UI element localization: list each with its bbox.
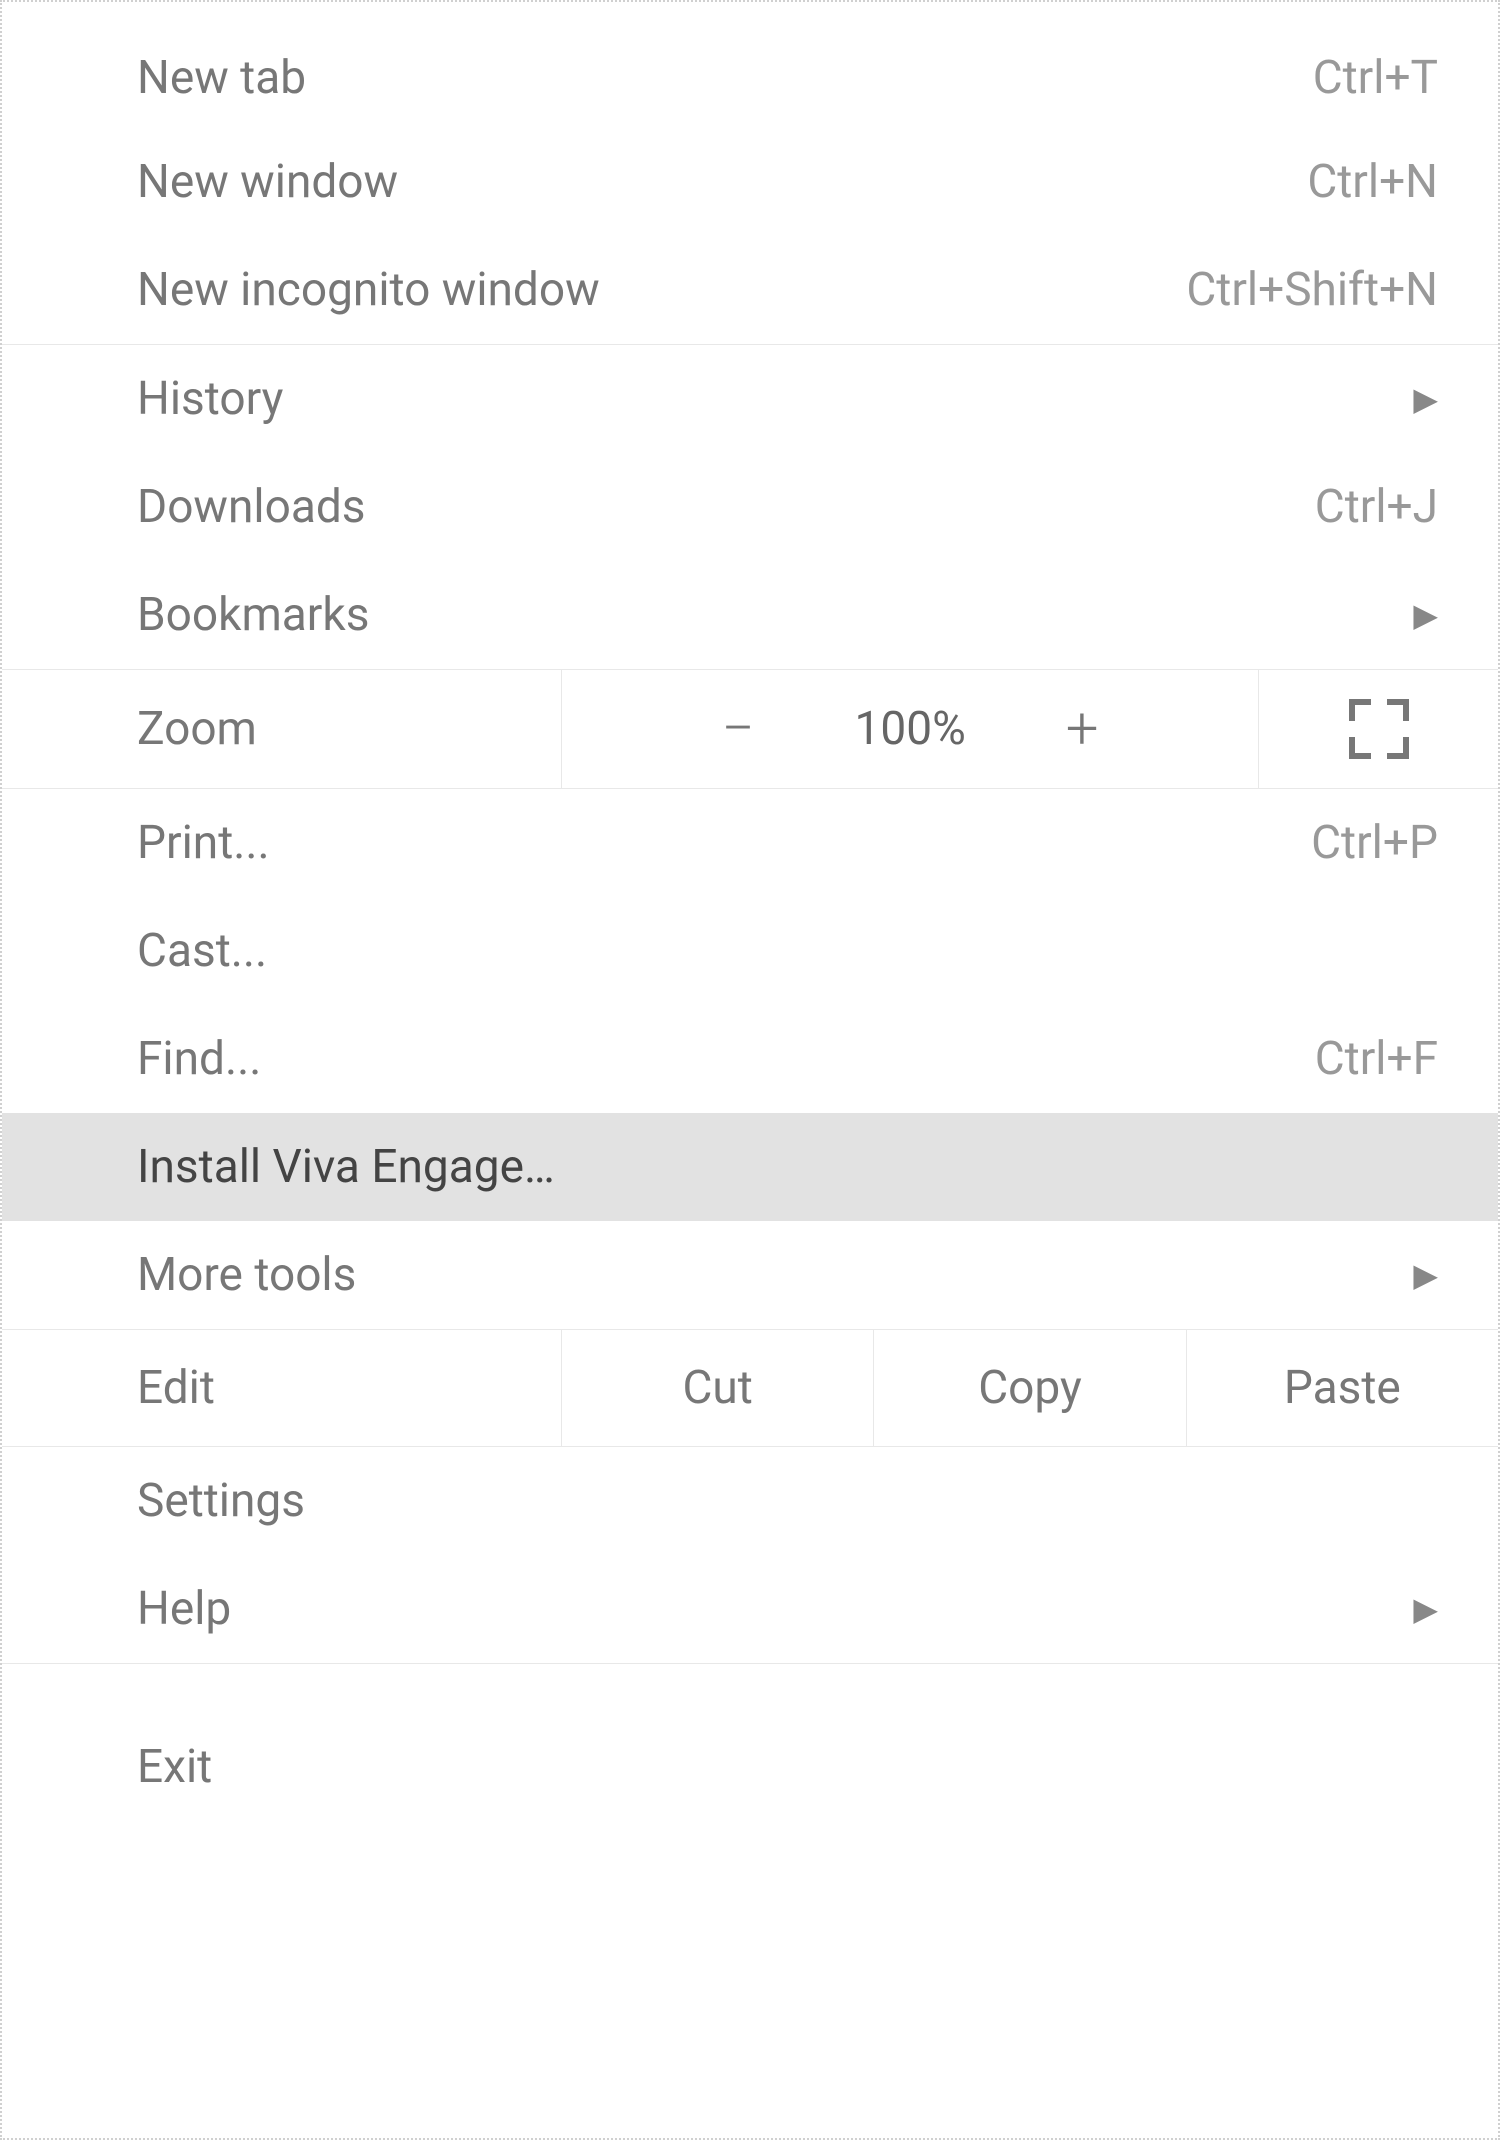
menu-section-7: Exit — [2, 1664, 1498, 1834]
menu-item-help[interactable]: Help ▶ — [2, 1555, 1498, 1663]
menu-item-bookmarks[interactable]: Bookmarks ▶ — [2, 561, 1498, 669]
menu-item-cast[interactable]: Cast... — [2, 897, 1498, 1005]
menu-section-1: New tab Ctrl+T New window Ctrl+N New inc… — [2, 2, 1498, 345]
new-window-label: New window — [137, 155, 398, 209]
zoom-controls: − 100% + — [562, 670, 1258, 788]
menu-section-4: Print... Ctrl+P Cast... Find... Ctrl+F I… — [2, 789, 1498, 1330]
new-tab-shortcut: Ctrl+T — [1313, 51, 1438, 105]
help-label: Help — [137, 1582, 231, 1636]
more-tools-label: More tools — [137, 1248, 356, 1302]
edit-row: Edit Cut Copy Paste — [2, 1330, 1498, 1446]
new-window-shortcut: Ctrl+N — [1307, 155, 1438, 209]
menu-item-find[interactable]: Find... Ctrl+F — [2, 1005, 1498, 1113]
menu-item-exit[interactable]: Exit — [2, 1664, 1498, 1834]
new-tab-label: New tab — [137, 51, 306, 105]
menu-section-2: History ▶ Downloads Ctrl+J Bookmarks ▶ — [2, 345, 1498, 670]
zoom-value: 100% — [855, 702, 966, 756]
fullscreen-icon — [1349, 699, 1409, 759]
menu-item-print[interactable]: Print... Ctrl+P — [2, 789, 1498, 897]
menu-item-new-window[interactable]: New window Ctrl+N — [2, 128, 1498, 236]
bookmarks-label: Bookmarks — [137, 588, 369, 642]
menu-section-3: Zoom − 100% + — [2, 670, 1498, 789]
zoom-row: Zoom − 100% + — [2, 670, 1498, 788]
print-label: Print... — [137, 816, 270, 870]
menu-item-history[interactable]: History ▶ — [2, 345, 1498, 453]
find-shortcut: Ctrl+F — [1315, 1032, 1438, 1086]
browser-menu: New tab Ctrl+T New window Ctrl+N New inc… — [0, 0, 1500, 2140]
downloads-label: Downloads — [137, 480, 366, 534]
copy-button[interactable]: Copy — [874, 1330, 1186, 1446]
new-incognito-shortcut: Ctrl+Shift+N — [1186, 263, 1438, 317]
menu-item-new-tab[interactable]: New tab Ctrl+T — [2, 2, 1498, 128]
menu-item-downloads[interactable]: Downloads Ctrl+J — [2, 453, 1498, 561]
print-shortcut: Ctrl+P — [1311, 816, 1438, 870]
downloads-shortcut: Ctrl+J — [1315, 480, 1438, 534]
menu-item-settings[interactable]: Settings — [2, 1447, 1498, 1555]
menu-item-new-incognito[interactable]: New incognito window Ctrl+Shift+N — [2, 236, 1498, 344]
zoom-out-button[interactable]: − — [701, 695, 774, 763]
cast-label: Cast... — [137, 924, 267, 978]
chevron-right-icon: ▶ — [1413, 380, 1438, 418]
new-incognito-label: New incognito window — [137, 263, 600, 317]
edit-label: Edit — [2, 1330, 562, 1446]
paste-button[interactable]: Paste — [1187, 1330, 1498, 1446]
find-label: Find... — [137, 1032, 261, 1086]
fullscreen-button[interactable] — [1258, 670, 1498, 788]
install-viva-label: Install Viva Engage… — [137, 1140, 555, 1194]
menu-item-install-viva-engage[interactable]: Install Viva Engage… — [2, 1113, 1498, 1221]
menu-section-5: Edit Cut Copy Paste — [2, 1330, 1498, 1447]
zoom-in-button[interactable]: + — [1046, 695, 1119, 763]
cut-button[interactable]: Cut — [562, 1330, 874, 1446]
menu-section-6: Settings Help ▶ — [2, 1447, 1498, 1664]
chevron-right-icon: ▶ — [1413, 1256, 1438, 1294]
settings-label: Settings — [137, 1474, 305, 1528]
history-label: History — [137, 372, 283, 426]
zoom-label: Zoom — [2, 670, 562, 788]
exit-label: Exit — [137, 1740, 212, 1794]
menu-item-more-tools[interactable]: More tools ▶ — [2, 1221, 1498, 1329]
chevron-right-icon: ▶ — [1413, 596, 1438, 634]
chevron-right-icon: ▶ — [1413, 1590, 1438, 1628]
